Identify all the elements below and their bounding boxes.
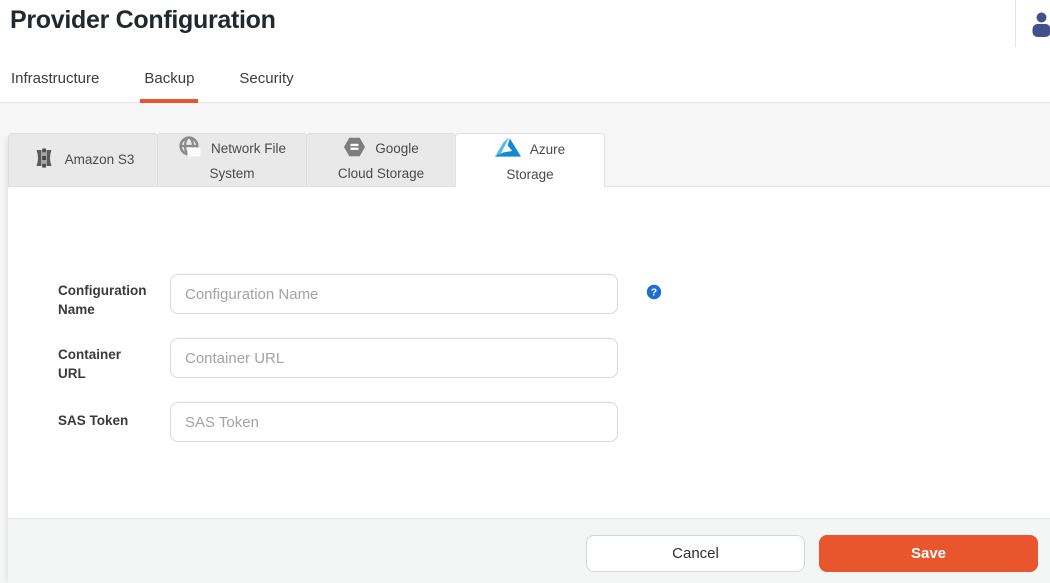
help-icon[interactable]: ? bbox=[646, 284, 662, 300]
header-divider bbox=[1015, 0, 1016, 47]
sas-token-label: SAS Token bbox=[58, 411, 148, 430]
amazon-s3-icon bbox=[32, 146, 56, 175]
sas-token-input[interactable] bbox=[170, 402, 618, 442]
provider-tab-label: Azure bbox=[530, 141, 565, 159]
nav-tab-backup[interactable]: Backup bbox=[144, 70, 194, 103]
provider-tab-label-line2: Storage bbox=[506, 166, 553, 184]
provider-tab-label: Network File bbox=[211, 140, 286, 158]
save-button[interactable]: Save bbox=[819, 535, 1038, 572]
svg-text:?: ? bbox=[651, 287, 657, 299]
nav-tab-label: Security bbox=[239, 70, 293, 87]
google-cloud-storage-icon bbox=[343, 136, 366, 163]
azure-storage-form: Configuration Name ? Container URL SAS T… bbox=[8, 187, 1050, 518]
network-file-system-icon bbox=[178, 135, 202, 164]
user-icon[interactable] bbox=[1029, 11, 1050, 41]
azure-storage-icon bbox=[495, 137, 521, 162]
provider-tab-label: Amazon S3 bbox=[65, 151, 135, 169]
provider-tab-label-line2: System bbox=[209, 165, 254, 183]
tabstrip-filler bbox=[604, 133, 1050, 187]
form-actions-footer: Cancel Save bbox=[8, 518, 1050, 583]
container-url-label: Container URL bbox=[58, 345, 148, 383]
primary-nav: Infrastructure Backup Security bbox=[11, 70, 294, 103]
configuration-name-input[interactable] bbox=[170, 274, 618, 314]
nav-tab-infrastructure[interactable]: Infrastructure bbox=[11, 70, 99, 103]
nav-tab-label: Backup bbox=[144, 70, 194, 87]
page-title: Provider Configuration bbox=[10, 3, 276, 37]
nav-tab-security[interactable]: Security bbox=[239, 70, 293, 103]
provider-tab-label-line2: Cloud Storage bbox=[338, 165, 424, 183]
provider-tab-network-file-system[interactable]: Network File System bbox=[157, 133, 307, 187]
provider-tabstrip: Amazon S3 Network File System bbox=[8, 133, 1050, 187]
page-header: Provider Configuration Infrastructure Ba… bbox=[0, 0, 1050, 103]
container-url-input[interactable] bbox=[170, 338, 618, 378]
provider-tab-amazon-s3[interactable]: Amazon S3 bbox=[8, 133, 158, 187]
provider-config-card: Amazon S3 Network File System bbox=[8, 133, 1050, 583]
nav-tab-label: Infrastructure bbox=[11, 70, 99, 87]
provider-tab-google-cloud-storage[interactable]: Google Cloud Storage bbox=[306, 133, 456, 187]
configuration-name-label: Configuration Name bbox=[58, 281, 148, 319]
provider-tab-label: Google bbox=[375, 140, 419, 158]
provider-tab-azure-storage[interactable]: Azure Storage bbox=[455, 133, 605, 187]
cancel-button[interactable]: Cancel bbox=[586, 535, 805, 572]
active-tab-underline bbox=[140, 99, 198, 103]
